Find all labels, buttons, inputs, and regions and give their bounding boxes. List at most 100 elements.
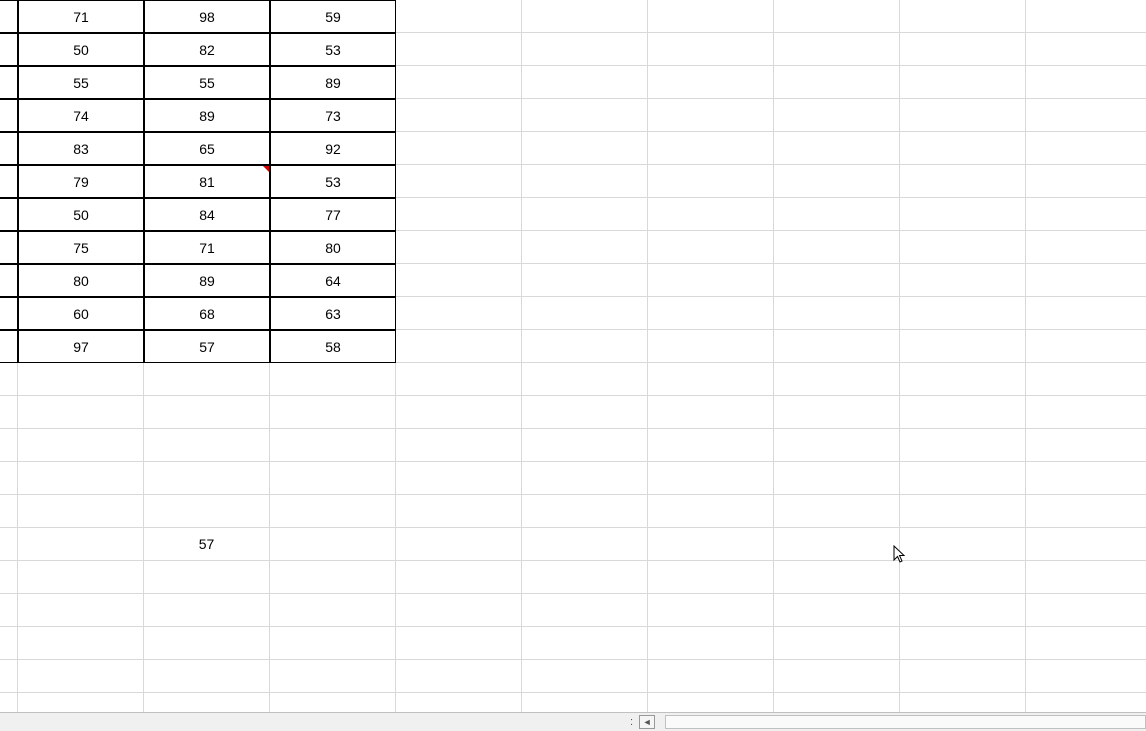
cell[interactable]: [0, 132, 18, 165]
data-cell[interactable]: 63: [270, 297, 396, 330]
cell[interactable]: [396, 330, 522, 363]
data-cell[interactable]: 55: [18, 66, 144, 99]
cell[interactable]: [0, 594, 18, 627]
cell[interactable]: [774, 264, 900, 297]
cell[interactable]: [144, 396, 270, 429]
cell[interactable]: [144, 495, 270, 528]
cell[interactable]: [522, 99, 648, 132]
cell[interactable]: [522, 264, 648, 297]
cell[interactable]: [396, 660, 522, 693]
cell[interactable]: [18, 363, 144, 396]
data-cell[interactable]: 73: [270, 99, 396, 132]
cell[interactable]: [522, 165, 648, 198]
cell[interactable]: [18, 627, 144, 660]
data-cell[interactable]: 53: [270, 165, 396, 198]
data-cell[interactable]: 53: [270, 33, 396, 66]
data-cell[interactable]: 80: [270, 231, 396, 264]
cell[interactable]: [0, 627, 18, 660]
cell[interactable]: [774, 231, 900, 264]
cell[interactable]: [774, 429, 900, 462]
cell[interactable]: [144, 363, 270, 396]
cell[interactable]: [1026, 198, 1146, 231]
cell[interactable]: [900, 495, 1026, 528]
cell[interactable]: [522, 231, 648, 264]
cell[interactable]: [774, 462, 900, 495]
cell[interactable]: [270, 396, 396, 429]
cell[interactable]: [900, 660, 1026, 693]
cell[interactable]: [522, 363, 648, 396]
cell[interactable]: [774, 297, 900, 330]
horizontal-scrollbar[interactable]: : ◄: [0, 712, 1146, 731]
data-cell[interactable]: 71: [18, 0, 144, 33]
data-cell[interactable]: 79: [18, 165, 144, 198]
cell[interactable]: [522, 660, 648, 693]
cell[interactable]: [900, 33, 1026, 66]
cell[interactable]: [774, 165, 900, 198]
cell[interactable]: [1026, 231, 1146, 264]
cell[interactable]: [144, 627, 270, 660]
cell[interactable]: [522, 594, 648, 627]
data-cell[interactable]: 55: [144, 66, 270, 99]
cell[interactable]: [396, 462, 522, 495]
cell[interactable]: [396, 198, 522, 231]
data-cell[interactable]: 89: [270, 66, 396, 99]
cell[interactable]: [0, 528, 18, 561]
cell[interactable]: [900, 627, 1026, 660]
cell[interactable]: [0, 561, 18, 594]
cell[interactable]: [0, 363, 18, 396]
cell[interactable]: [0, 33, 18, 66]
cell[interactable]: [1026, 132, 1146, 165]
cell[interactable]: [900, 561, 1026, 594]
cell[interactable]: [522, 396, 648, 429]
cell[interactable]: [900, 429, 1026, 462]
data-cell[interactable]: 68: [144, 297, 270, 330]
data-cell[interactable]: 65: [144, 132, 270, 165]
cell[interactable]: [396, 627, 522, 660]
cell[interactable]: [774, 0, 900, 33]
cell[interactable]: [522, 198, 648, 231]
cell[interactable]: [900, 462, 1026, 495]
cell[interactable]: [18, 561, 144, 594]
cell[interactable]: [774, 198, 900, 231]
cell[interactable]: [396, 528, 522, 561]
cell[interactable]: [18, 462, 144, 495]
data-cell[interactable]: 97: [18, 330, 144, 363]
data-cell[interactable]: 89: [144, 264, 270, 297]
cell[interactable]: [0, 198, 18, 231]
cell[interactable]: [18, 528, 144, 561]
cell[interactable]: [396, 132, 522, 165]
cell[interactable]: [522, 528, 648, 561]
cell[interactable]: [1026, 363, 1146, 396]
cell[interactable]: [648, 429, 774, 462]
cell[interactable]: [18, 594, 144, 627]
cell[interactable]: [0, 165, 18, 198]
cell[interactable]: [396, 495, 522, 528]
cell[interactable]: [1026, 594, 1146, 627]
cell[interactable]: [270, 594, 396, 627]
cell[interactable]: [648, 495, 774, 528]
data-cell[interactable]: 50: [18, 33, 144, 66]
cell[interactable]: [774, 627, 900, 660]
cell[interactable]: [900, 132, 1026, 165]
cell[interactable]: [774, 396, 900, 429]
cell[interactable]: [522, 627, 648, 660]
cell[interactable]: 57: [144, 528, 270, 561]
cell[interactable]: [0, 231, 18, 264]
cell[interactable]: [18, 396, 144, 429]
cell[interactable]: [648, 396, 774, 429]
cell[interactable]: [1026, 99, 1146, 132]
cell[interactable]: [900, 396, 1026, 429]
cell[interactable]: [1026, 66, 1146, 99]
cell[interactable]: [774, 33, 900, 66]
cell[interactable]: [144, 594, 270, 627]
cell[interactable]: [648, 33, 774, 66]
cell[interactable]: [522, 66, 648, 99]
cell[interactable]: [900, 528, 1026, 561]
data-cell[interactable]: 83: [18, 132, 144, 165]
scroll-left-arrow-icon[interactable]: ◄: [639, 715, 655, 729]
cell[interactable]: [0, 495, 18, 528]
cell[interactable]: [648, 660, 774, 693]
data-cell[interactable]: 89: [144, 99, 270, 132]
cell[interactable]: [396, 0, 522, 33]
cell[interactable]: [1026, 330, 1146, 363]
